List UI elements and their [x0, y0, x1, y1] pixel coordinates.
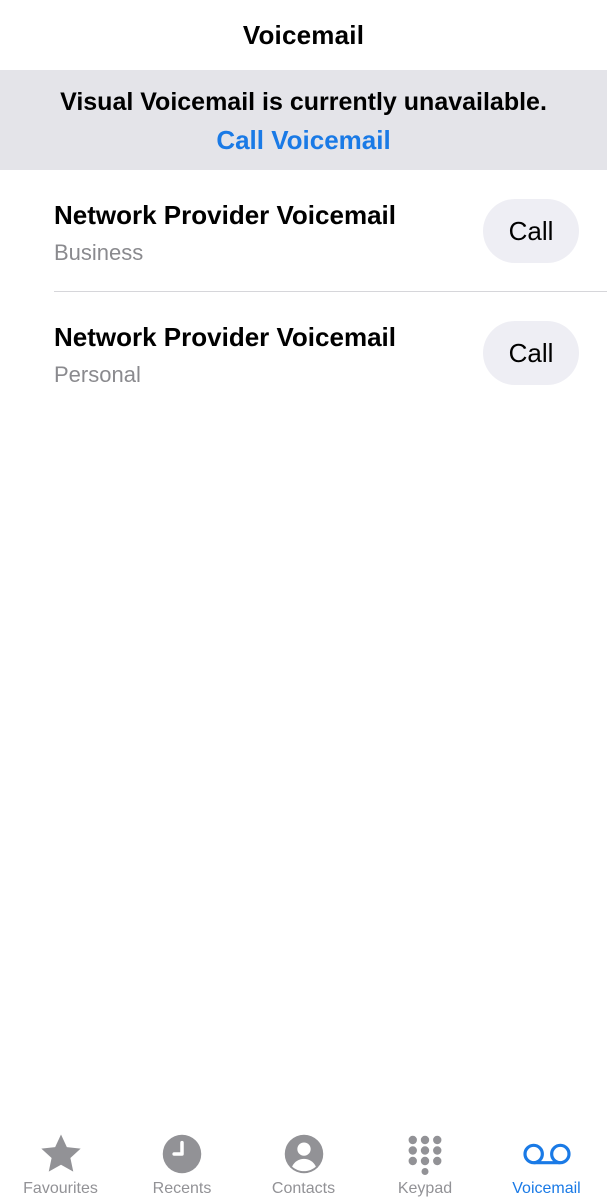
- tab-label: Contacts: [271, 1180, 336, 1197]
- call-button-business[interactable]: Call: [483, 199, 579, 263]
- tab-bar: Favourites Recents Contacts Keypad Voice…: [0, 1122, 607, 1200]
- clock-icon: [158, 1130, 206, 1178]
- page-title: Voicemail: [242, 19, 365, 50]
- call-voicemail-link[interactable]: Call Voicemail: [0, 125, 607, 156]
- keypad-icon: [401, 1130, 449, 1178]
- list-item-voicemail-business: Network Provider Voicemail Business Call: [0, 170, 607, 292]
- tab-favourites[interactable]: Favourites: [0, 1122, 121, 1200]
- visual-voicemail-banner: Visual Voicemail is currently unavailabl…: [0, 70, 607, 170]
- tab-label: Favourites: [23, 1180, 98, 1197]
- tab-keypad[interactable]: Keypad: [365, 1122, 486, 1200]
- voicemail-subtitle: Personal: [54, 362, 141, 387]
- banner-message: Visual Voicemail is currently unavailabl…: [60, 88, 547, 116]
- person-circle-icon: [280, 1130, 328, 1178]
- tab-label: Keypad: [397, 1180, 453, 1197]
- navigation-bar: Voicemail: [0, 0, 607, 70]
- call-button-personal[interactable]: Call: [483, 321, 579, 385]
- tab-voicemail[interactable]: Voicemail: [486, 1122, 607, 1200]
- list-item-voicemail-personal: Network Provider Voicemail Personal Call: [0, 292, 607, 414]
- tab-recents[interactable]: Recents: [122, 1122, 243, 1200]
- voicemail-title: Network Provider Voicemail: [54, 200, 396, 230]
- tab-label: Voicemail: [512, 1180, 581, 1197]
- voicemail-icon: [522, 1130, 571, 1178]
- tab-contacts[interactable]: Contacts: [243, 1122, 364, 1200]
- voicemail-subtitle: Business: [54, 240, 144, 265]
- voicemail-title: Network Provider Voicemail: [54, 322, 396, 352]
- tab-label: Recents: [152, 1180, 212, 1197]
- voicemail-list: Network Provider Voicemail Business Call…: [0, 170, 607, 414]
- star-icon: [37, 1130, 85, 1178]
